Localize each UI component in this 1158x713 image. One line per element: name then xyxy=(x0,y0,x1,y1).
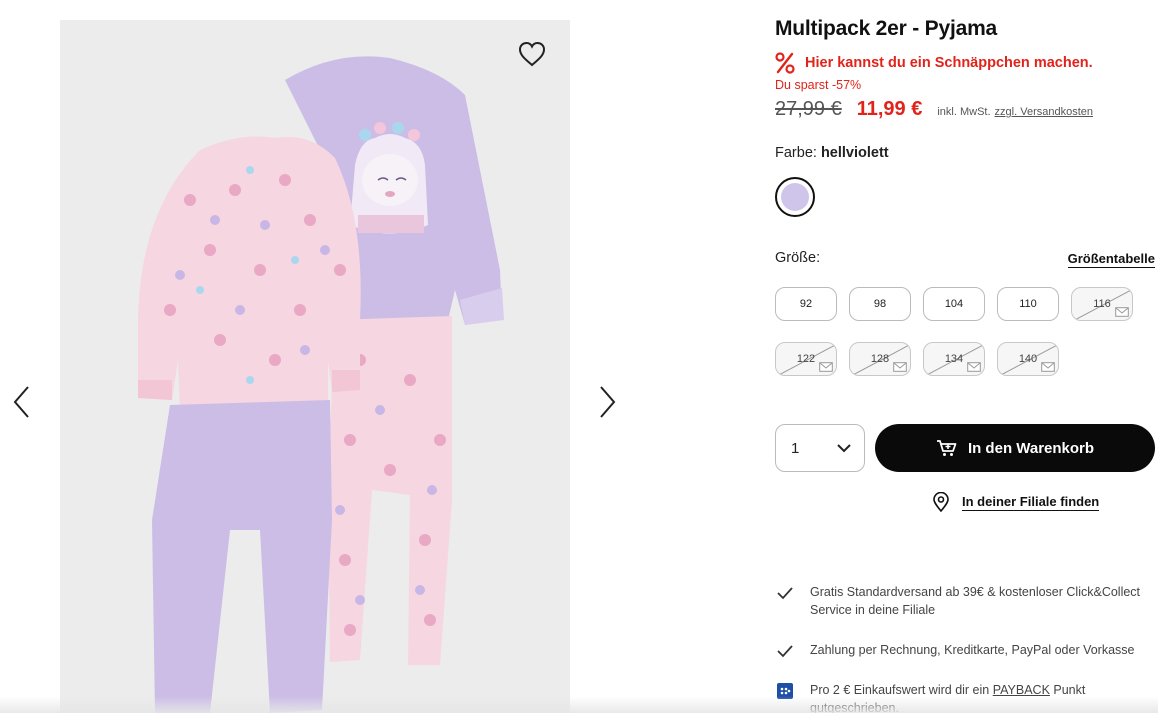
wishlist-button[interactable] xyxy=(514,36,550,72)
size-option-110[interactable]: 110 xyxy=(997,287,1059,321)
size-option-label: 104 xyxy=(944,298,964,310)
size-option-label: 116 xyxy=(1093,298,1111,310)
payback-link[interactable]: PAYBACK xyxy=(993,683,1050,697)
notify-mail-icon xyxy=(819,362,833,372)
notify-mail-icon xyxy=(893,362,907,372)
payback-icon xyxy=(775,681,795,701)
previous-image-button[interactable] xyxy=(2,382,42,422)
next-image-button[interactable] xyxy=(587,382,627,422)
benefit-text: Gratis Standardversand ab 39€ & kostenlo… xyxy=(810,585,1141,617)
pyjama-illustration xyxy=(138,56,504,713)
payback-text-before: Pro 2 € Einkaufswert wird dir ein xyxy=(810,683,993,697)
selected-color-name: hellviolett xyxy=(820,145,889,161)
quantity-value: 1 xyxy=(791,439,800,457)
size-option-label: 128 xyxy=(870,353,890,365)
chevron-down-icon xyxy=(837,444,851,453)
benefit-shipping: Gratis Standardversand ab 39€ & kostenlo… xyxy=(775,583,1155,619)
find-in-store-label: In deiner Filiale finden xyxy=(962,493,1100,511)
deal-banner: Hier kannst du ein Schnäppchen machen. xyxy=(775,52,1093,74)
size-option-label: 98 xyxy=(873,298,887,310)
size-option-104[interactable]: 104 xyxy=(923,287,985,321)
size-option-122[interactable]: 122 xyxy=(775,342,837,376)
location-pin-icon xyxy=(933,492,949,512)
shopping-cart-icon xyxy=(936,440,957,456)
size-option-label: 110 xyxy=(1019,298,1037,310)
product-details: Multipack 2er - Pyjama Hier kannst du ei… xyxy=(775,0,1155,713)
savings-text: Du sparst -57% xyxy=(775,78,862,92)
benefit-payback: Pro 2 € Einkaufswert wird dir ein PAYBAC… xyxy=(775,681,1155,713)
old-price: 27,99 € xyxy=(775,98,842,120)
chevron-left-icon xyxy=(13,386,29,418)
quantity-select[interactable]: 1 xyxy=(775,424,865,472)
size-option-128[interactable]: 128 xyxy=(849,342,911,376)
benefit-payment: Zahlung per Rechnung, Kreditkarte, PayPa… xyxy=(775,641,1155,661)
check-icon xyxy=(775,583,795,603)
chevron-right-icon xyxy=(600,386,616,418)
size-chart-link[interactable]: Größentabelle xyxy=(1067,251,1155,268)
percent-icon xyxy=(775,52,795,74)
product-gallery xyxy=(0,0,640,713)
benefit-text: Zahlung per Rechnung, Kreditkarte, PayPa… xyxy=(810,643,1135,657)
tax-note: inkl. MwSt. xyxy=(937,106,991,118)
check-icon xyxy=(775,641,795,661)
current-price: 11,99 € xyxy=(856,98,923,120)
size-label: Größe: xyxy=(775,250,821,266)
notify-mail-icon xyxy=(967,362,981,372)
shipping-costs-link[interactable]: zzgl. Versandkosten xyxy=(995,106,1093,118)
color-label: Farbe: xyxy=(775,145,817,161)
size-option-label: 134 xyxy=(944,353,964,365)
size-option-92[interactable]: 92 xyxy=(775,287,837,321)
find-in-store-link[interactable]: In deiner Filiale finden xyxy=(932,492,1100,512)
notify-mail-icon xyxy=(1041,362,1055,372)
price-row: 27,99 € 11,99 € inkl. MwSt. zzgl. Versan… xyxy=(775,98,1093,121)
size-option-98[interactable]: 98 xyxy=(849,287,911,321)
deal-text: Hier kannst du ein Schnäppchen machen. xyxy=(805,55,1093,71)
swatch-color-fill xyxy=(781,183,809,211)
color-label-row: Farbe: hellviolett xyxy=(775,145,889,161)
color-swatch-hellviolett[interactable] xyxy=(775,177,815,217)
product-title: Multipack 2er - Pyjama xyxy=(775,17,998,40)
size-option-label: 92 xyxy=(799,298,813,310)
heart-outline-icon xyxy=(518,41,546,67)
add-to-cart-label: In den Warenkorb xyxy=(967,439,1095,457)
size-option-140[interactable]: 140 xyxy=(997,342,1059,376)
notify-mail-icon xyxy=(1115,307,1129,317)
size-option-116[interactable]: 116 xyxy=(1071,287,1133,321)
size-option-134[interactable]: 134 xyxy=(923,342,985,376)
benefit-text: Pro 2 € Einkaufswert wird dir ein PAYBAC… xyxy=(810,681,1155,713)
size-option-label: 140 xyxy=(1018,353,1038,365)
product-image[interactable] xyxy=(60,20,570,713)
size-option-label: 122 xyxy=(796,353,816,365)
add-to-cart-button[interactable]: In den Warenkorb xyxy=(875,424,1155,472)
